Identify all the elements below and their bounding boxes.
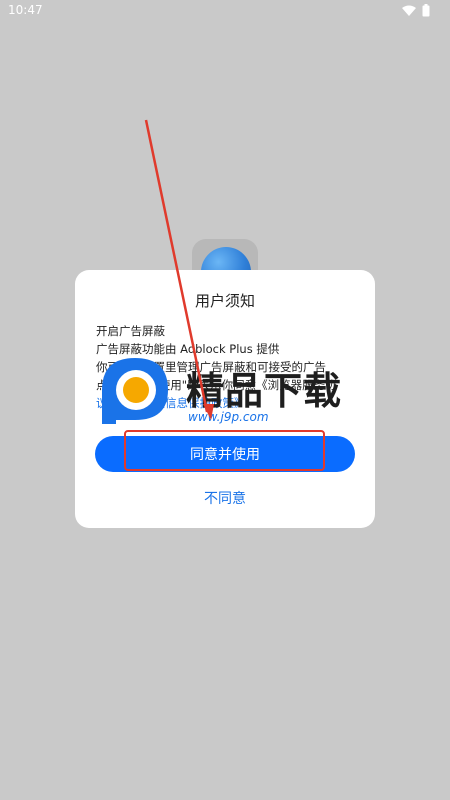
- notice-line: 你可以在设置里管理广告屏蔽和可接受的广告: [96, 360, 326, 374]
- status-bar: 10:47: [0, 0, 450, 22]
- highlight-annotation-box: [124, 430, 325, 471]
- battery-icon: [422, 4, 430, 17]
- user-notice-dialog: 用户须知 开启广告屏蔽 广告屏蔽功能由 Adblock Plus 提供 你可以在…: [75, 270, 375, 528]
- disagree-button[interactable]: 不同意: [75, 486, 375, 510]
- notice-line: 广告屏蔽功能由 Adblock Plus 提供: [96, 342, 280, 356]
- policy-link[interactable]: 议》及《个人信息保护政策》: [96, 394, 358, 412]
- notice-line: 点击"同意并使用"即表示你同意《浏览器服务协: [96, 378, 337, 392]
- wifi-icon: [402, 5, 416, 16]
- notice-line: 开启广告屏蔽: [96, 324, 165, 338]
- dialog-title: 用户须知: [194, 292, 255, 310]
- dialog-body: 开启广告屏蔽 广告屏蔽功能由 Adblock Plus 提供 你可以在设置里管理…: [96, 322, 358, 412]
- status-time: 10:47: [8, 3, 43, 17]
- status-icons: [402, 4, 430, 17]
